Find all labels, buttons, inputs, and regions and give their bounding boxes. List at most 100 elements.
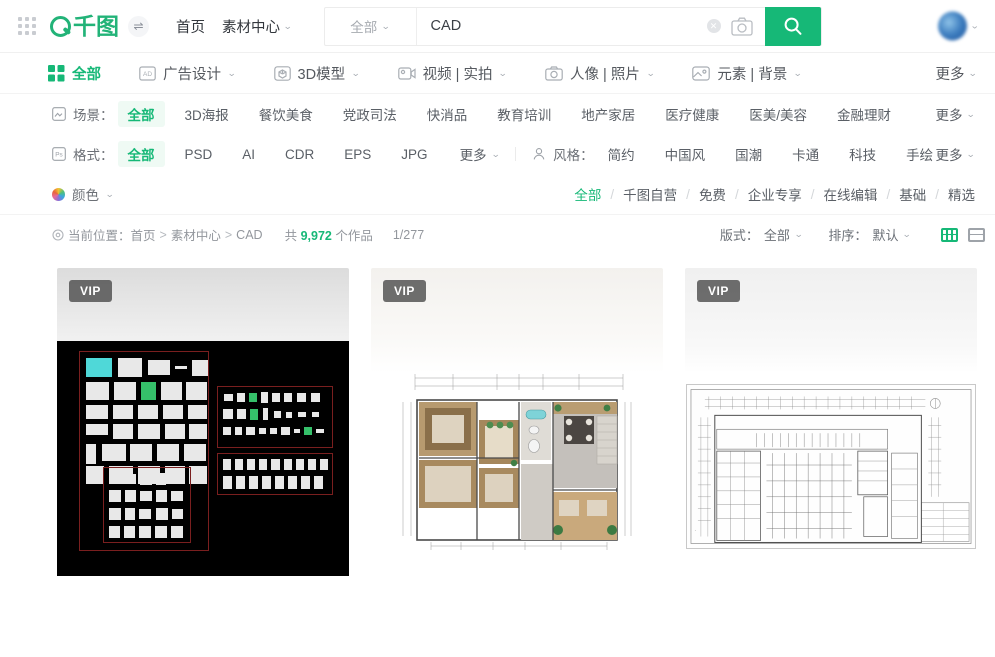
filter-format-opt-ai[interactable]: AI bbox=[232, 144, 265, 165]
quick-filter-links: 全部 / 千图自营 / 免费 / 企业专享 / 在线编辑 / 基础 / 精选 bbox=[574, 184, 975, 204]
cad-block-group bbox=[217, 453, 333, 495]
result-card[interactable]: VIP bbox=[57, 268, 349, 618]
filter-format-more[interactable]: 更多 ⌄ bbox=[460, 144, 500, 164]
quick-filter-separator: / bbox=[735, 187, 739, 202]
style-icon bbox=[532, 147, 546, 161]
filter-scene-opt-education[interactable]: 教育培训 bbox=[487, 101, 561, 127]
list-view-icon[interactable] bbox=[968, 228, 985, 242]
blocks-icon bbox=[48, 65, 65, 82]
filter-scene-opt-government[interactable]: 党政司法 bbox=[333, 101, 407, 127]
filter-scene-opt-realestate[interactable]: 地产家居 bbox=[571, 101, 645, 127]
sort-value: 默认 bbox=[872, 225, 898, 244]
swap-icon[interactable]: ⇌ bbox=[128, 16, 149, 37]
quick-filter-enterprise[interactable]: 企业专享 bbox=[748, 184, 802, 204]
catnav-item-3d-model[interactable]: 3D模型 ⌄ bbox=[274, 63, 360, 84]
result-total-suffix: 个作品 bbox=[335, 229, 373, 243]
chevron-down-icon: ⌄ bbox=[793, 68, 802, 79]
filter-color-label: 颜色 bbox=[72, 184, 99, 204]
grid-view-icon[interactable] bbox=[941, 228, 958, 242]
result-card[interactable]: VIP bbox=[371, 268, 663, 618]
filter-row-color: 颜色 ⌄ 全部 / 千图自营 / 免费 / 企业专享 / 在线编辑 / 基础 /… bbox=[52, 174, 979, 214]
user-avatar-area[interactable]: ⌄ bbox=[938, 12, 979, 41]
filter-format-opt-cdr[interactable]: CDR bbox=[275, 144, 324, 165]
filter-format-more-label: 更多 bbox=[460, 144, 487, 164]
filter-scene-more[interactable]: 更多 ⌄ bbox=[935, 104, 975, 124]
chevron-down-icon: ⌄ bbox=[971, 21, 980, 32]
layout-label: 版式： bbox=[720, 225, 759, 244]
filter-style-opt-tech[interactable]: 科技 bbox=[839, 141, 886, 167]
catnav-more-button[interactable]: 更多 ⌄ bbox=[935, 63, 977, 84]
avatar[interactable] bbox=[938, 12, 967, 41]
catnav-item-all[interactable]: 全部 bbox=[48, 63, 101, 84]
quick-filter-free[interactable]: 免费 bbox=[699, 184, 726, 204]
chevron-down-icon: ⌄ bbox=[283, 21, 292, 32]
result-total-count: 9,972 bbox=[301, 229, 332, 243]
breadcrumb-material-center[interactable]: 素材中心 bbox=[171, 225, 221, 244]
search-input-wrap bbox=[417, 8, 707, 45]
camera-icon bbox=[545, 66, 563, 81]
breadcrumb-cad[interactable]: CAD bbox=[236, 228, 262, 242]
camera-icon[interactable] bbox=[731, 17, 753, 36]
filter-scene-opt-food[interactable]: 餐饮美食 bbox=[249, 101, 323, 127]
filter-scene-more-label: 更多 bbox=[935, 104, 962, 124]
chevron-down-icon: ⌄ bbox=[969, 68, 978, 79]
cad-block-group bbox=[217, 386, 333, 448]
filter-style-opt-chinese[interactable]: 中国风 bbox=[655, 141, 716, 167]
quick-filter-all[interactable]: 全部 bbox=[574, 184, 601, 204]
search-button[interactable] bbox=[765, 7, 821, 46]
search-category-dropdown[interactable]: 全部 ⌄ bbox=[325, 8, 417, 45]
location-icon bbox=[52, 229, 64, 241]
chevron-down-icon: ⌄ bbox=[227, 68, 236, 79]
filter-color-label-wrap[interactable]: 颜色 ⌄ bbox=[52, 184, 114, 204]
site-logo[interactable]: 千图 bbox=[50, 15, 119, 38]
filter-format-opt-all[interactable]: 全部 bbox=[118, 141, 165, 167]
apps-grid-icon[interactable] bbox=[16, 15, 38, 37]
plan-drawing bbox=[687, 385, 975, 548]
filter-style-opt-guochao[interactable]: 国潮 bbox=[725, 141, 772, 167]
quick-filter-featured[interactable]: 精选 bbox=[948, 184, 975, 204]
breadcrumb-bar: 当前位置： 首页 > 素材中心 > CAD 共 9,972 个作品 1/277 … bbox=[0, 214, 995, 254]
cad-blocks-dark-sheet-thumbnail bbox=[57, 268, 349, 618]
filter-scene-opt-3d-poster[interactable]: 3D海报 bbox=[175, 101, 239, 127]
quick-filter-separator: / bbox=[610, 187, 614, 202]
quick-filter-basic[interactable]: 基础 bbox=[899, 184, 926, 204]
filter-format-opt-eps[interactable]: EPS bbox=[334, 144, 381, 165]
result-total-prefix: 共 bbox=[285, 229, 298, 243]
breadcrumb-home[interactable]: 首页 bbox=[131, 225, 156, 244]
filter-scene-opt-all[interactable]: 全部 bbox=[118, 101, 165, 127]
catnav-item-video[interactable]: 视频 | 实拍 ⌄ bbox=[398, 63, 507, 84]
nav-link-material-center[interactable]: 素材中心 ⌄ bbox=[222, 16, 292, 37]
filter-scene-opt-medical[interactable]: 医疗健康 bbox=[655, 101, 729, 127]
filter-style-opt-minimal[interactable]: 简约 bbox=[598, 141, 645, 167]
result-card[interactable]: VIP bbox=[685, 268, 977, 618]
logo-mark-icon bbox=[50, 16, 71, 37]
sort-dropdown[interactable]: 排序： 默认 ⌄ bbox=[828, 225, 911, 244]
quick-filter-self-operated[interactable]: 千图自营 bbox=[623, 184, 677, 204]
catnav-item-portrait-photo[interactable]: 人像 | 照片 ⌄ bbox=[545, 63, 654, 84]
floorplan-drawing bbox=[401, 368, 633, 553]
filter-style-more[interactable]: 更多 ⌄ bbox=[935, 144, 975, 164]
quick-filter-online-edit[interactable]: 在线编辑 bbox=[823, 184, 877, 204]
breadcrumb-separator: > bbox=[225, 228, 232, 242]
catnav-item-element-background[interactable]: 元素 | 背景 ⌄ bbox=[692, 63, 801, 84]
filter-scene-opt-fmcg[interactable]: 快消品 bbox=[417, 101, 478, 127]
filter-style-opt-cartoon[interactable]: 卡通 bbox=[782, 141, 829, 167]
search-input[interactable] bbox=[431, 18, 707, 34]
architectural-plan-sheet bbox=[686, 384, 976, 549]
filter-scene-opt-finance[interactable]: 金融理财 bbox=[827, 101, 901, 127]
nav-link-home[interactable]: 首页 bbox=[176, 16, 205, 37]
cad-block-group bbox=[103, 467, 191, 543]
svg-text:AD: AD bbox=[143, 71, 152, 78]
filter-format-opt-jpg[interactable]: JPG bbox=[391, 144, 437, 165]
layout-dropdown[interactable]: 版式： 全部 ⌄ bbox=[720, 225, 803, 244]
sort-label: 排序： bbox=[828, 225, 867, 244]
catnav-item-all-label: 全部 bbox=[72, 63, 101, 84]
filter-format-opt-psd[interactable]: PSD bbox=[175, 144, 223, 165]
vip-badge: VIP bbox=[697, 280, 740, 302]
filter-scene-opt-beauty[interactable]: 医美/美容 bbox=[739, 101, 817, 127]
chevron-down-icon: ⌄ bbox=[967, 149, 976, 160]
scene-icon bbox=[52, 107, 66, 121]
clear-icon[interactable]: ✕ bbox=[707, 19, 721, 33]
catnav-item-ad-design[interactable]: AD 广告设计 ⌄ bbox=[139, 63, 236, 84]
catnav-item-portrait-photo-label: 人像 | 照片 bbox=[570, 63, 640, 84]
